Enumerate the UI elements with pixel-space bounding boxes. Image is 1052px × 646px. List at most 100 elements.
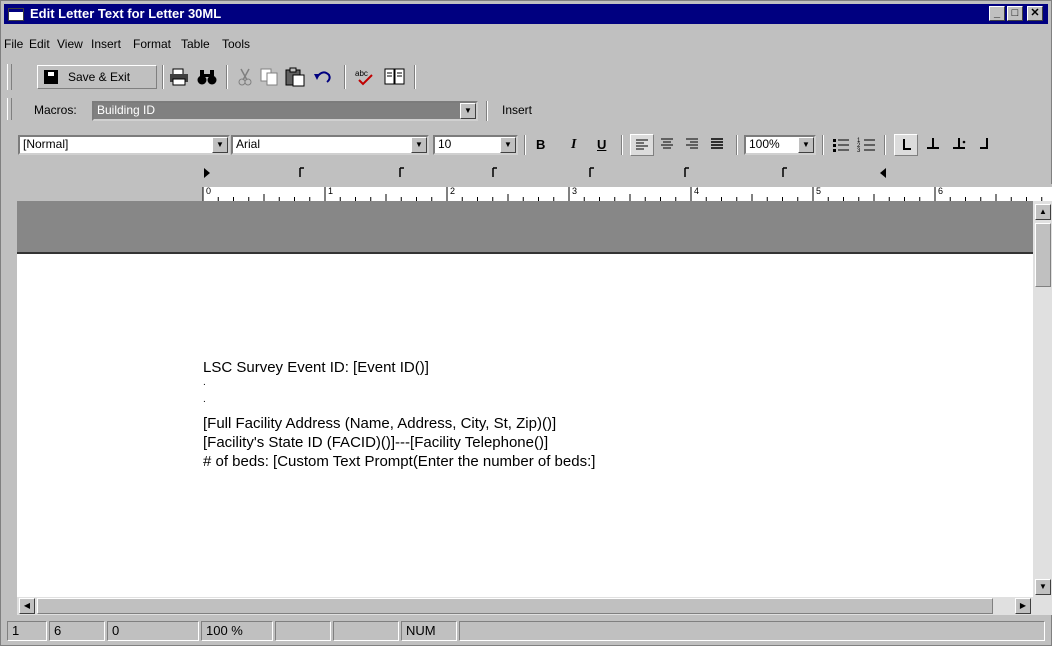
align-center-button[interactable] xyxy=(657,134,679,156)
zoom-dropdown[interactable]: 100% ▼ xyxy=(744,135,816,155)
chevron-down-icon[interactable]: ▼ xyxy=(212,137,228,153)
tab-right-button[interactable] xyxy=(974,134,996,156)
ruler-number-5: 5 xyxy=(816,186,822,196)
menu-view[interactable]: View xyxy=(57,37,83,51)
italic-button[interactable]: I xyxy=(571,137,576,153)
undo-icon[interactable] xyxy=(313,69,333,85)
left-tab-icon xyxy=(903,139,911,150)
numbered-list-button[interactable]: 123 xyxy=(856,135,878,155)
status-message xyxy=(459,621,1045,641)
scroll-up-button[interactable]: ▲ xyxy=(1035,204,1051,220)
menu-tools[interactable]: Tools xyxy=(222,37,250,51)
chevron-down-icon[interactable]: ▼ xyxy=(411,137,427,153)
doc-line-state-id: [Facility's State ID (FACID)()]---[Facil… xyxy=(203,434,549,451)
tab-stop-bar[interactable] xyxy=(17,164,1052,183)
align-right-icon xyxy=(686,138,698,149)
save-exit-label: Save & Exit xyxy=(68,70,131,84)
toolbar-grip[interactable] xyxy=(7,98,12,120)
ruler[interactable]: 0 1 2 3 4 5 6 xyxy=(17,184,1052,201)
font-size-value: 10 xyxy=(438,137,452,151)
application-window: Edit Letter Text for Letter 30ML _ □ ✕ F… xyxy=(0,0,1052,646)
menu-edit[interactable]: Edit xyxy=(29,37,50,51)
macros-dropdown[interactable]: Building ID ▼ xyxy=(92,101,478,121)
ruler-number-1: 1 xyxy=(328,186,334,196)
font-size-dropdown[interactable]: 10 ▼ xyxy=(433,135,518,155)
justify-icon xyxy=(711,138,723,149)
status-line: 1 xyxy=(7,621,47,641)
standard-toolbar: Save & Exit abc xyxy=(4,61,1050,93)
title-bar[interactable]: Edit Letter Text for Letter 30ML _ □ ✕ xyxy=(4,4,1048,24)
macros-label: Macros: xyxy=(34,103,77,117)
align-left-icon xyxy=(636,139,648,150)
find-icon[interactable] xyxy=(197,68,217,86)
horizontal-scroll-thumb[interactable] xyxy=(37,598,993,614)
ruler-number-3: 3 xyxy=(572,186,578,196)
doc-line-dot-1: . xyxy=(203,377,206,388)
align-right-button[interactable] xyxy=(682,134,704,156)
svg-text:3: 3 xyxy=(857,148,861,154)
scroll-left-button[interactable]: ◀ xyxy=(19,598,35,614)
ruler-number-0: 0 xyxy=(206,186,212,196)
menu-file[interactable]: File xyxy=(4,37,23,51)
thesaurus-icon[interactable] xyxy=(384,67,406,87)
numbered-list-icon: 123 xyxy=(857,138,875,154)
tab-decimal-button[interactable] xyxy=(948,134,970,156)
status-position: 0 xyxy=(107,621,199,641)
doc-line-dot-2: . xyxy=(203,394,206,405)
print-icon[interactable] xyxy=(169,68,189,86)
align-left-button[interactable] xyxy=(630,134,654,156)
insert-macro-button[interactable]: Insert xyxy=(502,103,532,117)
close-button[interactable]: ✕ xyxy=(1027,6,1043,21)
ruler-number-2: 2 xyxy=(450,186,456,196)
bullet-list-icon xyxy=(833,139,849,152)
document-editor[interactable]: LSC Survey Event ID: [Event ID()] . . [F… xyxy=(17,201,1033,597)
menu-insert[interactable]: Insert xyxy=(91,37,121,51)
center-tab-icon xyxy=(927,138,939,149)
doc-line-beds: # of beds: [Custom Text Prompt(Enter the… xyxy=(203,453,596,470)
save-exit-button[interactable]: Save & Exit xyxy=(37,65,157,89)
macros-toolbar: Macros: Building ID ▼ Insert xyxy=(4,95,1050,123)
justify-button[interactable] xyxy=(707,134,729,156)
formatting-toolbar: [Normal] ▼ Arial ▼ 10 ▼ B I U 100% ▼ 1 2… xyxy=(4,129,1050,159)
chevron-down-icon[interactable]: ▼ xyxy=(460,103,476,119)
cut-icon[interactable] xyxy=(236,68,254,86)
underline-button[interactable]: U xyxy=(597,137,606,152)
style-dropdown[interactable]: [Normal] ▼ xyxy=(18,135,230,155)
ruler-ticks xyxy=(202,187,1043,201)
minimize-button[interactable]: _ xyxy=(989,6,1005,21)
scroll-down-button[interactable]: ▼ xyxy=(1035,579,1051,595)
copy-icon[interactable] xyxy=(260,68,280,86)
chevron-down-icon[interactable]: ▼ xyxy=(798,137,814,153)
menu-table[interactable]: Table xyxy=(181,37,210,51)
align-center-icon xyxy=(661,138,673,149)
horizontal-scrollbar[interactable]: ◀ ▶ xyxy=(17,597,1052,615)
app-icon[interactable] xyxy=(8,8,24,21)
ruler-number-6: 6 xyxy=(938,186,944,196)
window-title: Edit Letter Text for Letter 30ML xyxy=(30,6,222,21)
vertical-scrollbar[interactable]: ▲ ▼ xyxy=(1033,201,1052,597)
tab-left-button[interactable] xyxy=(894,134,918,156)
status-blank-2 xyxy=(333,621,399,641)
paste-icon[interactable] xyxy=(285,67,305,87)
vertical-scroll-thumb[interactable] xyxy=(1035,223,1051,287)
status-zoom: 100 % xyxy=(201,621,273,641)
menu-format[interactable]: Format xyxy=(133,37,171,51)
style-value: [Normal] xyxy=(23,137,69,151)
font-dropdown[interactable]: Arial ▼ xyxy=(231,135,429,155)
chevron-down-icon[interactable]: ▼ xyxy=(500,137,516,153)
right-tab-icon xyxy=(980,138,988,149)
header-band xyxy=(17,201,1033,254)
font-value: Arial xyxy=(236,137,261,151)
bullet-list-button[interactable] xyxy=(830,135,852,155)
bold-button[interactable]: B xyxy=(536,137,545,152)
spellcheck-icon[interactable]: abc xyxy=(354,67,376,87)
zoom-value: 100% xyxy=(749,137,780,151)
scroll-right-button[interactable]: ▶ xyxy=(1015,598,1031,614)
ruler-number-4: 4 xyxy=(694,186,700,196)
tab-center-button[interactable] xyxy=(922,134,944,156)
status-bar: 1 6 0 100 % NUM xyxy=(5,618,1049,642)
toolbar-grip[interactable] xyxy=(7,64,12,90)
decimal-tab-icon xyxy=(953,138,966,149)
svg-text:abc: abc xyxy=(355,69,368,78)
maximize-button[interactable]: □ xyxy=(1007,6,1023,21)
